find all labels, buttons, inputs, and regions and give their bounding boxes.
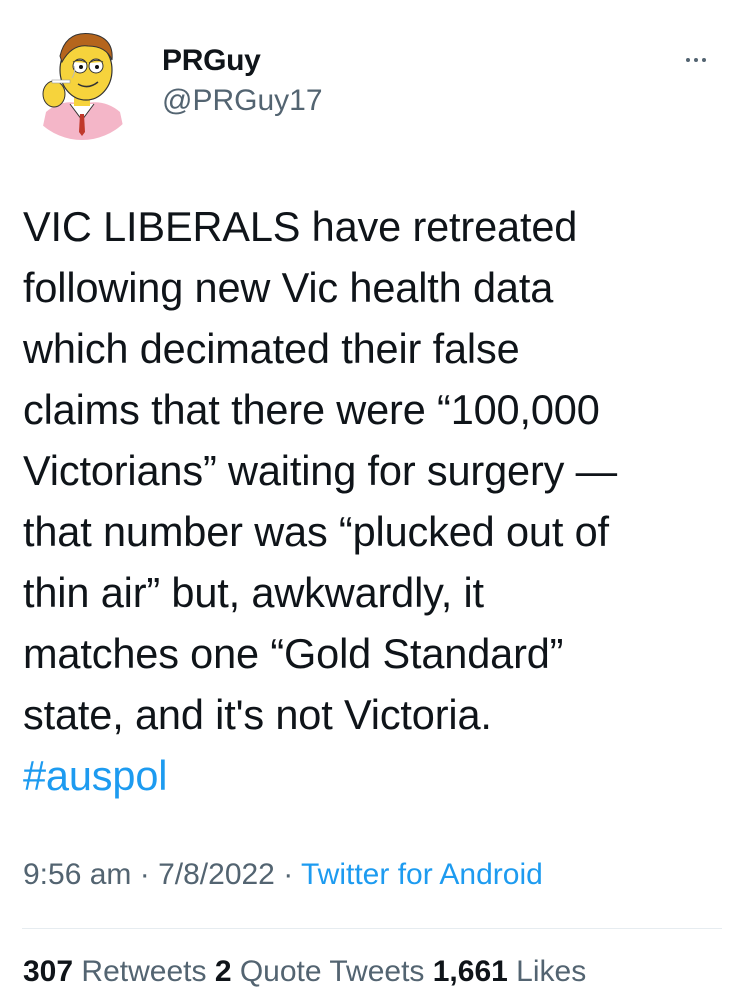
author-handle[interactable]: @PRGuy17 (162, 84, 323, 118)
ellipsis-icon-dot (702, 58, 706, 62)
quote-tweets-count: 2 (214, 955, 232, 988)
likes-stat[interactable]: 1,661 Likes (433, 955, 586, 988)
likes-count: 1,661 (432, 955, 508, 988)
ellipsis-icon-dot (686, 58, 690, 62)
divider (22, 928, 722, 929)
tweet-metadata: 9:56 am · 7/8/2022 · Twitter for Android (23, 858, 543, 892)
quote-tweets-stat[interactable]: 2 Quote Tweets (215, 955, 425, 988)
author-display-name[interactable]: PRGuy (162, 44, 261, 78)
more-options-button[interactable] (676, 50, 716, 70)
likes-label: Likes (516, 955, 587, 988)
meta-separator: · (139, 858, 150, 891)
ellipsis-icon-dot (694, 58, 698, 62)
quote-tweets-label: Quote Tweets (239, 955, 425, 988)
meta-separator: · (283, 858, 294, 891)
cartoon-man-avatar-icon (40, 32, 126, 140)
retweets-count: 307 (23, 955, 74, 988)
tweet-time[interactable]: 9:56 am (23, 858, 131, 891)
tweet-body: VIC LIBERALS have retreated following ne… (23, 203, 617, 738)
tweet-date[interactable]: 7/8/2022 (158, 858, 275, 891)
tweet-text: VIC LIBERALS have retreated following ne… (23, 196, 728, 806)
retweets-stat[interactable]: 307 Retweets (23, 955, 206, 988)
retweets-label: Retweets (81, 955, 207, 988)
engagement-stats: 307 Retweets 2 Quote Tweets 1,661 Likes (23, 955, 586, 989)
hashtag-link[interactable]: #auspol (23, 752, 167, 799)
author-avatar[interactable] (22, 20, 142, 140)
tweet-source-link[interactable]: Twitter for Android (301, 858, 543, 891)
